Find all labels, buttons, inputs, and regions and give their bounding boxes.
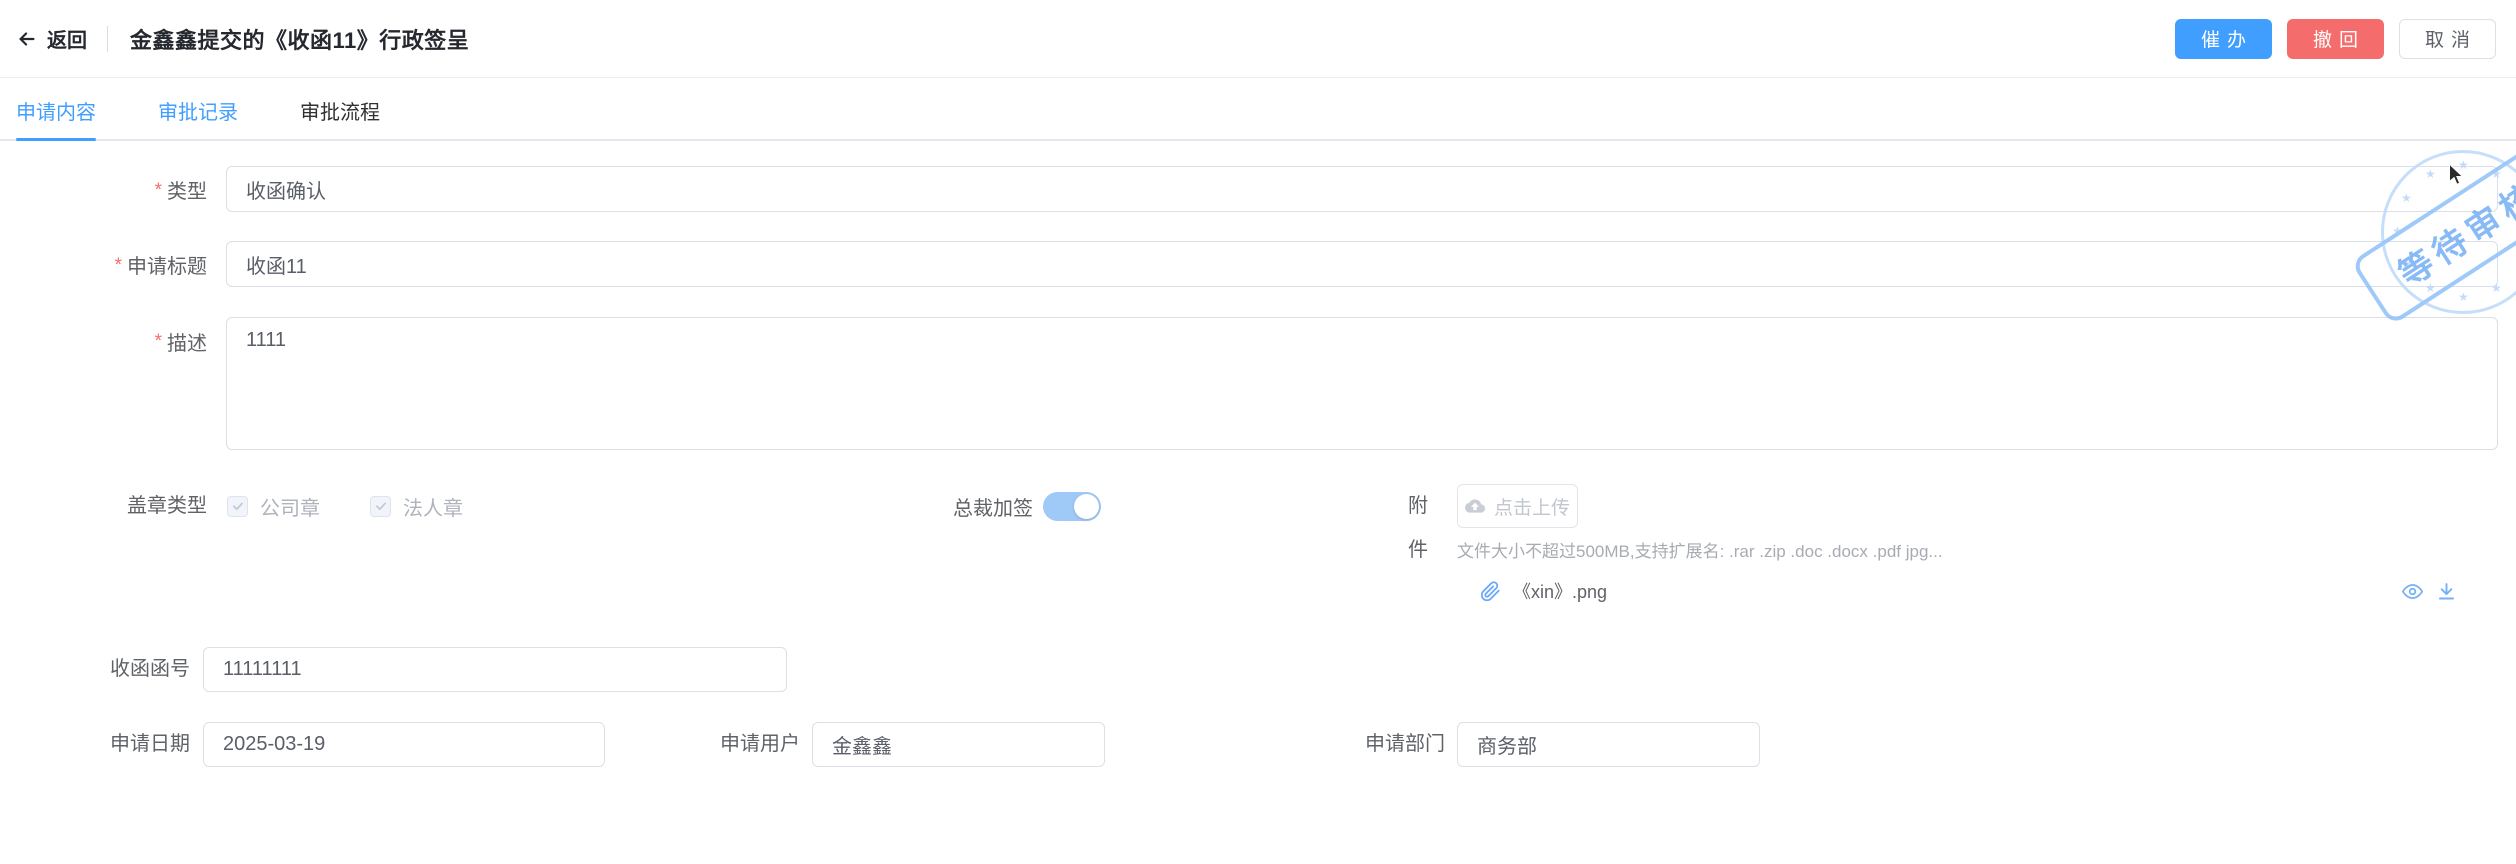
apply-dept-label: 申请部门 xyxy=(1365,733,1445,755)
paperclip-icon xyxy=(1480,580,1500,601)
mouse-cursor xyxy=(2448,163,2464,186)
upload-hint: 文件大小不超过500MB,支持扩展名: .rar .zip .doc .docx… xyxy=(1457,542,1943,561)
tab-bar: 申请内容 审批记录 审批流程 xyxy=(0,78,2516,141)
upload-button[interactable]: 点击上传 xyxy=(1457,484,1578,528)
apply-info-row: 申请日期 申请用户 申请部门 xyxy=(0,722,2516,767)
required-mark: * xyxy=(114,255,122,276)
apply-title-label: * 申请标题 xyxy=(0,241,207,287)
page-header: 返回 金鑫鑫提交的《收函11》行政签呈 催办 撤回 取消 xyxy=(0,0,2516,78)
approval-detail-page: 返回 金鑫鑫提交的《收函11》行政签呈 催办 撤回 取消 申请内容 审批记录 审… xyxy=(0,0,2516,864)
cloud-upload-icon xyxy=(1464,499,1485,513)
checkbox-label: 法人章 xyxy=(403,497,463,520)
checkbox-company-seal[interactable]: 公司章 xyxy=(227,492,320,521)
apply-dept-input[interactable] xyxy=(1457,722,1760,767)
attachment-section: 附件 点击上传 文件大小不超过500MB,支持扩展名: .rar .zip .d… xyxy=(1408,484,2457,604)
checkbox-label: 公司章 xyxy=(260,497,320,520)
letter-no-row: 收函函号 xyxy=(0,647,2516,692)
application-form: * 类型 * 申请标题 * 描述 1111 盖章类型 xyxy=(0,141,2516,767)
apply-title-row: * 申请标题 xyxy=(0,241,2516,287)
letter-no-label: 收函函号 xyxy=(110,658,190,680)
back-label: 返回 xyxy=(47,30,87,52)
ceo-cosign-group: 总裁加签 xyxy=(953,484,1101,528)
checkbox-legal-person-seal[interactable]: 法人章 xyxy=(370,492,463,521)
type-input[interactable] xyxy=(226,166,2498,212)
description-label: * 描述 xyxy=(0,317,207,450)
tab-application-content[interactable]: 申请内容 xyxy=(16,78,96,141)
seal-type-label: 盖章类型 xyxy=(127,495,207,517)
description-textarea[interactable]: 1111 xyxy=(226,317,2498,450)
attachment-label: 附件 xyxy=(1408,495,1428,561)
required-mark: * xyxy=(154,180,162,201)
upload-button-label: 点击上传 xyxy=(1493,497,1570,519)
type-row: * 类型 xyxy=(0,166,2516,212)
withdraw-button[interactable]: 撤回 xyxy=(2286,18,2384,59)
apply-date-label: 申请日期 xyxy=(110,733,190,755)
toggle-knob xyxy=(1074,493,1099,519)
apply-dept-group: 申请部门 xyxy=(1255,722,1760,767)
ceo-cosign-label: 总裁加签 xyxy=(953,497,1033,520)
ceo-cosign-toggle[interactable] xyxy=(1043,491,1101,521)
apply-user-group: 申请用户 xyxy=(610,722,1105,767)
seal-cosign-attachment-row: 盖章类型 公司章 法人章 总裁加签 附件 点击上传 文件大小不超过500MB,支… xyxy=(0,484,2516,608)
apply-user-label: 申请用户 xyxy=(720,733,800,755)
back-button[interactable]: 返回 xyxy=(16,24,87,53)
letter-no-input[interactable] xyxy=(203,647,787,692)
arrow-left-icon xyxy=(19,31,35,46)
tab-approval-record[interactable]: 审批记录 xyxy=(158,78,238,139)
description-row: * 描述 1111 xyxy=(0,317,2516,450)
attachment-file-name[interactable]: 《xin》.png xyxy=(1513,578,1607,604)
apply-date-input[interactable] xyxy=(203,722,605,767)
header-divider xyxy=(107,25,108,52)
required-mark: * xyxy=(154,331,162,352)
urge-button[interactable]: 催办 xyxy=(2174,18,2272,59)
page-title: 金鑫鑫提交的《收函11》行政签呈 xyxy=(130,27,470,53)
attachment-file-item[interactable]: 《xin》.png xyxy=(1457,578,2457,604)
checkbox-checked-icon xyxy=(370,495,391,517)
apply-user-input[interactable] xyxy=(812,722,1105,767)
download-icon[interactable] xyxy=(2436,581,2457,602)
checkbox-checked-icon xyxy=(227,495,248,517)
type-label: * 类型 xyxy=(0,166,207,212)
cancel-button[interactable]: 取消 xyxy=(2398,18,2496,59)
tab-approval-flow[interactable]: 审批流程 xyxy=(300,78,380,139)
apply-title-input[interactable] xyxy=(226,241,2498,287)
seal-type-group: 公司章 法人章 xyxy=(227,484,463,528)
apply-date-group: 申请日期 xyxy=(0,722,605,767)
preview-eye-icon[interactable] xyxy=(2402,581,2423,602)
